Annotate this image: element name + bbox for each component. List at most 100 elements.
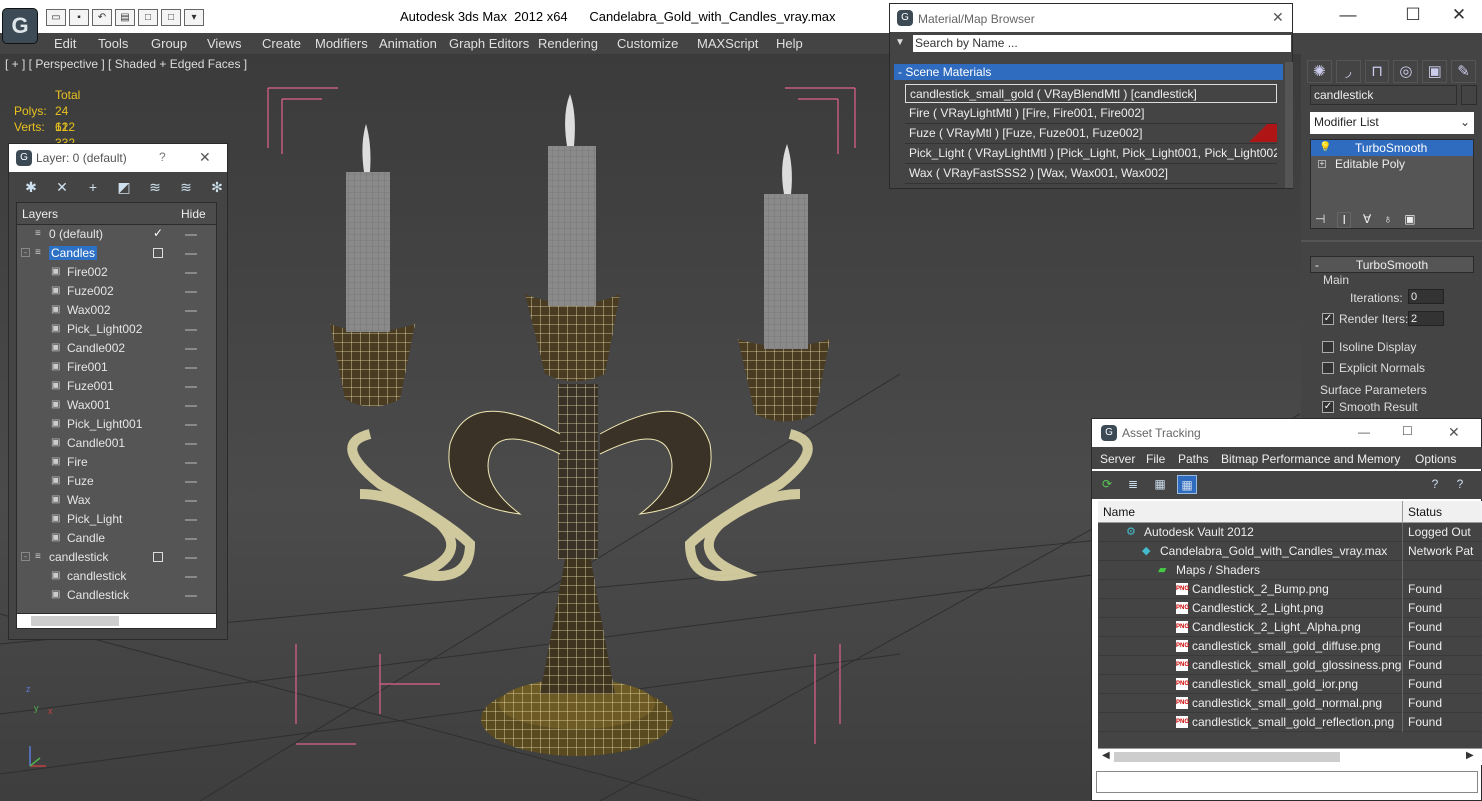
asset-row[interactable]: ⚙ Autodesk Vault 2012 Logged Out bbox=[1098, 523, 1482, 542]
menu-tools[interactable]: Tools bbox=[98, 36, 128, 51]
save-icon[interactable]: ▪ bbox=[69, 9, 89, 26]
iterations-spinner[interactable]: 0 bbox=[1408, 289, 1444, 304]
asset-minimize-button[interactable]: — bbox=[1358, 425, 1370, 439]
collapse-icon[interactable]: - bbox=[21, 552, 30, 561]
dropdown-icon[interactable]: ▾ bbox=[184, 9, 204, 26]
object-name-field[interactable]: candlestick bbox=[1310, 85, 1457, 105]
menu-create[interactable]: Create bbox=[262, 36, 301, 51]
layer-row[interactable]: ▣ Wax002 bbox=[17, 301, 216, 320]
asset-row[interactable]: PNG candlestick_small_gold_reflection.png… bbox=[1098, 713, 1482, 732]
redo-icon[interactable]: ▤ bbox=[115, 9, 135, 26]
hide-toggle[interactable] bbox=[185, 329, 197, 331]
expand-icon[interactable]: + bbox=[1318, 160, 1326, 168]
material-item[interactable]: candlestick_small_gold ( VRayBlendMtl ) … bbox=[905, 84, 1277, 103]
asset-row[interactable]: PNG candlestick_small_gold_diffuse.png Fou… bbox=[1098, 637, 1482, 656]
menu-group[interactable]: Group bbox=[151, 36, 187, 51]
material-item[interactable]: Wax ( VRayFastSSS2 ) [Wax, Wax001, Wax00… bbox=[905, 164, 1277, 184]
minimize-button[interactable]: — bbox=[1325, 3, 1371, 29]
hide-toggle[interactable] bbox=[185, 386, 197, 388]
mat-browser-close-button[interactable]: ✕ bbox=[1272, 9, 1284, 26]
layer-row[interactable]: ▣ Fire002 bbox=[17, 263, 216, 282]
asset-maximize-button[interactable]: ☐ bbox=[1402, 424, 1413, 438]
hide-toggle[interactable] bbox=[185, 405, 197, 407]
asset-row[interactable]: PNG candlestick_small_gold_glossiness.png… bbox=[1098, 656, 1482, 675]
col-status[interactable]: Status bbox=[1408, 505, 1442, 519]
hide-toggle[interactable] bbox=[185, 234, 197, 236]
add-to-layer-icon[interactable]: + bbox=[81, 176, 105, 198]
hide-toggle[interactable] bbox=[185, 481, 197, 483]
turbosmooth-rollout-header[interactable]: - TurboSmooth bbox=[1310, 256, 1474, 273]
menu-help[interactable]: Help bbox=[776, 36, 803, 51]
scene-materials-header[interactable]: - Scene Materials bbox=[894, 64, 1283, 80]
remove-modifier-icon[interactable]: ♁ bbox=[1383, 212, 1392, 228]
show-end-result-icon[interactable]: Ⅰ bbox=[1337, 212, 1351, 228]
layer-horizontal-scrollbar[interactable] bbox=[16, 613, 217, 629]
close-button[interactable]: ✕ bbox=[1436, 3, 1482, 29]
hide-toggle[interactable] bbox=[185, 348, 197, 350]
table-view-icon[interactable]: ▦ bbox=[1177, 475, 1197, 494]
render-iters-spinner[interactable]: 2 bbox=[1408, 311, 1444, 326]
asset-row[interactable]: PNG candlestick_small_gold_normal.png Foun… bbox=[1098, 694, 1482, 713]
layer-row[interactable]: ▣ Candle002 bbox=[17, 339, 216, 358]
app-logo-icon[interactable]: G bbox=[2, 8, 38, 44]
collapse-icon[interactable]: - bbox=[21, 248, 30, 257]
menu-customize[interactable]: Customize bbox=[617, 36, 678, 51]
create-tab-icon[interactable]: ✺ bbox=[1307, 60, 1332, 83]
material-item[interactable]: Fuze ( VRayMtl ) [Fuze, Fuze001, Fuze002… bbox=[905, 124, 1277, 144]
hide-toggle[interactable] bbox=[185, 424, 197, 426]
hide-toggle[interactable] bbox=[185, 519, 197, 521]
menu-server[interactable]: Server bbox=[1100, 452, 1135, 466]
menu-modifiers[interactable]: Modifiers bbox=[315, 36, 368, 51]
menu-paths[interactable]: Paths bbox=[1178, 452, 1209, 466]
active-layer-toggle[interactable] bbox=[153, 552, 163, 562]
layer-row[interactable]: ▣ Fire001 bbox=[17, 358, 216, 377]
hide-toggle[interactable] bbox=[185, 576, 197, 578]
maximize-button[interactable]: ☐ bbox=[1390, 3, 1436, 29]
help-button[interactable]: ? bbox=[159, 150, 166, 164]
scroll-right-icon[interactable]: ▶ bbox=[1466, 750, 1474, 761]
layer-row[interactable]: ▣ Pick_Light bbox=[17, 510, 216, 529]
layer-row[interactable]: ▣ Pick_Light002 bbox=[17, 320, 216, 339]
menu-maxscript[interactable]: MAXScript bbox=[697, 36, 758, 51]
thumbnail-view-icon[interactable]: ▦ bbox=[1150, 475, 1170, 494]
active-layer-toggle[interactable] bbox=[153, 248, 163, 258]
delete-layer-icon[interactable]: ✕ bbox=[50, 176, 74, 198]
asset-row[interactable]: PNG Candlestick_2_Light.png Found bbox=[1098, 599, 1482, 618]
isoline-checkbox[interactable] bbox=[1322, 341, 1334, 353]
layer-close-button[interactable]: ✕ bbox=[199, 149, 211, 166]
menu-bitmap-performance[interactable]: Bitmap Performance and Memory bbox=[1221, 452, 1400, 466]
layer-row[interactable]: ▣ Candle bbox=[17, 529, 216, 548]
object-color-swatch[interactable] bbox=[1461, 85, 1477, 105]
pin-stack-icon[interactable]: ⊣ bbox=[1315, 212, 1325, 228]
render-iters-checkbox[interactable]: ✓ bbox=[1322, 313, 1334, 325]
stack-item-editable-poly[interactable]: + Editable Poly bbox=[1311, 156, 1473, 172]
col-layers[interactable]: Layers bbox=[22, 207, 58, 221]
mat-browser-titlebar[interactable]: G Material/Map Browser ✕ bbox=[890, 4, 1292, 32]
layer-row[interactable]: ≡ - candlestick bbox=[17, 548, 216, 567]
help-icon[interactable]: ? bbox=[1425, 475, 1445, 494]
viewport-label[interactable]: [ + ] [ Perspective ] [ Shaded + Edged F… bbox=[5, 57, 247, 71]
hide-toggle[interactable] bbox=[185, 595, 197, 597]
modifier-list-dropdown[interactable]: Modifier List ⌄ bbox=[1310, 112, 1474, 134]
material-item[interactable]: Fire ( VRayLightMtl ) [Fire, Fire001, Fi… bbox=[905, 104, 1277, 124]
hide-toggle[interactable] bbox=[185, 272, 197, 274]
stack-item-turbosmooth[interactable]: 💡 TurboSmooth bbox=[1311, 140, 1473, 156]
modify-tab-icon[interactable]: ◞ bbox=[1335, 60, 1361, 83]
hierarchy-tab-icon[interactable]: ⊓ bbox=[1364, 60, 1390, 83]
hide-toggle[interactable] bbox=[185, 557, 197, 559]
layer-row[interactable]: ▣ Wax bbox=[17, 491, 216, 510]
asset-horizontal-scrollbar[interactable]: ◀ ▶ bbox=[1098, 748, 1482, 765]
menu-rendering[interactable]: Rendering bbox=[538, 36, 598, 51]
menu-options[interactable]: Options bbox=[1415, 452, 1456, 466]
refresh-icon[interactable]: ⟳ bbox=[1097, 475, 1117, 494]
menu-file[interactable]: File bbox=[1146, 452, 1165, 466]
layer-row[interactable]: ▣ Candle001 bbox=[17, 434, 216, 453]
asset-row[interactable]: ▰ Maps / Shaders bbox=[1098, 561, 1482, 580]
hold-icon[interactable]: □ bbox=[138, 9, 158, 26]
select-layer-icon[interactable]: ≋ bbox=[143, 176, 167, 198]
asset-row[interactable]: PNG candlestick_small_gold_ior.png Found bbox=[1098, 675, 1482, 694]
layer-row[interactable]: ▣ Fuze bbox=[17, 472, 216, 491]
hide-toggle[interactable] bbox=[185, 462, 197, 464]
col-hide[interactable]: Hide bbox=[181, 207, 206, 221]
asset-row[interactable]: ◆ Candelabra_Gold_with_Candles_vray.max Ne… bbox=[1098, 542, 1482, 561]
